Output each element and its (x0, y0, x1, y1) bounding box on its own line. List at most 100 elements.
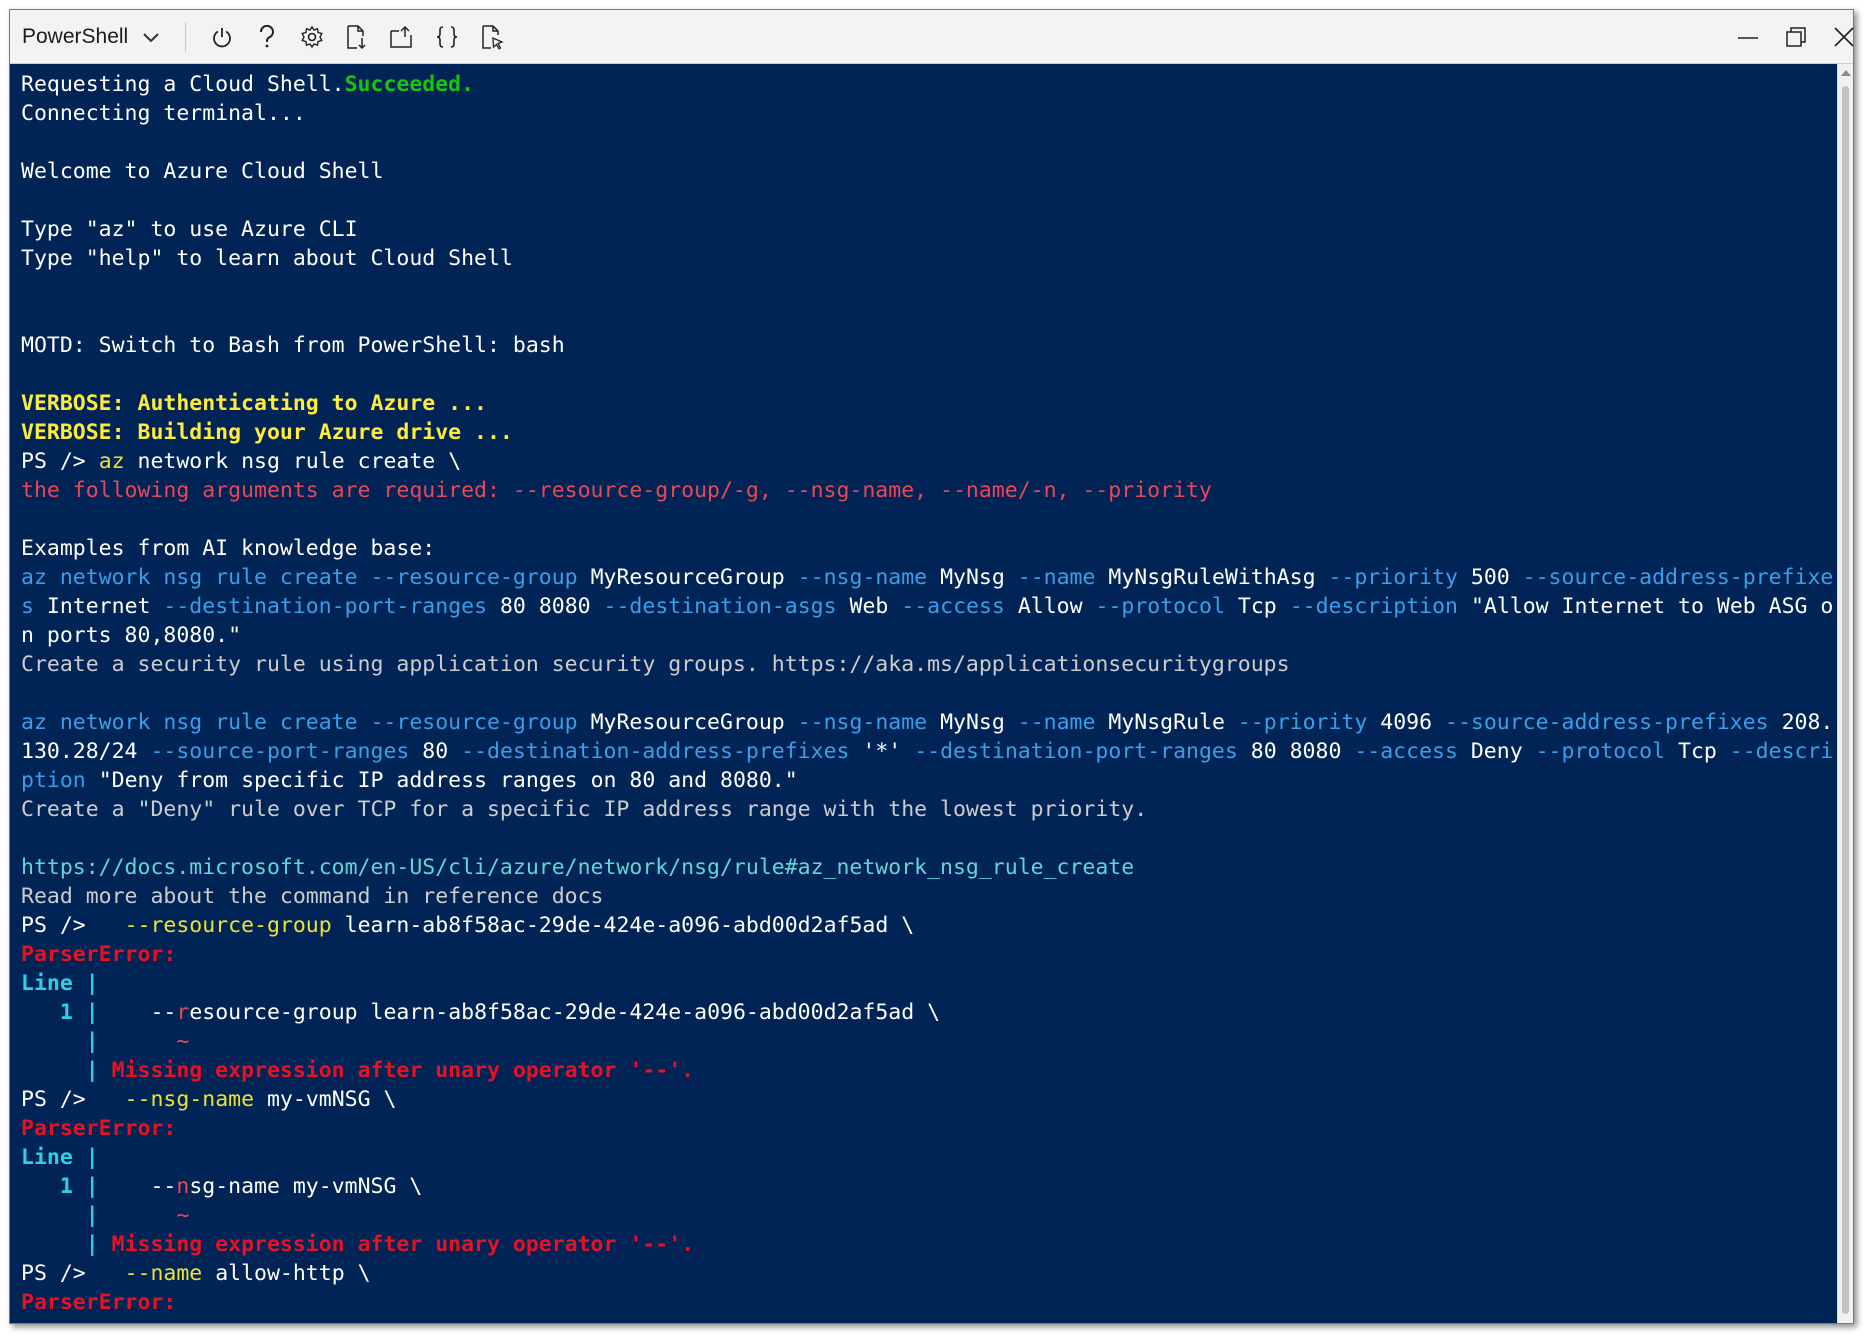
param-text: --nsg-name (797, 565, 928, 590)
value-text: 130.28/24 (21, 739, 138, 764)
error-detail-line: | ~ (21, 1029, 190, 1054)
parser-error-label: ParserError: (21, 1116, 177, 1141)
help-icon (258, 25, 276, 49)
open-new-session-button[interactable] (380, 10, 424, 64)
example-command-line: ption "Deny from specific IP address ran… (21, 766, 1839, 795)
error-message: Missing expression after unary operator … (111, 1232, 695, 1257)
value-text: Internet (46, 594, 151, 619)
line-label: Line (21, 971, 73, 996)
minimize-button[interactable] (1724, 10, 1772, 64)
param-text: --destination-asgs (603, 594, 837, 619)
error-char: r (176, 1000, 190, 1025)
value-text: MyNsgRule (1108, 710, 1225, 735)
command-args: my-vmNSG \ (266, 1087, 397, 1112)
restart-button[interactable] (200, 10, 244, 64)
value-text: Deny (1470, 739, 1523, 764)
error-detail-line: Line | (21, 971, 99, 996)
value-text: MyResourceGroup (590, 710, 785, 735)
param-text: --description (1289, 594, 1458, 619)
line-number: 1 (59, 1174, 73, 1199)
upload-download-icon (345, 24, 369, 50)
open-new-session-icon (389, 25, 415, 49)
shell-type-label: PowerShell (22, 25, 129, 48)
value-text: MyNsgRuleWithAsg (1108, 565, 1316, 590)
param-text: --name (1017, 565, 1096, 590)
example-description: Create a "Deny" rule over TCP for a spec… (21, 797, 1148, 822)
error-line: the following arguments are required: --… (21, 478, 1212, 503)
param-text: --access (1354, 739, 1458, 764)
docs-note: Read more about the command in reference… (21, 884, 604, 909)
param-text: --source-address-prefixes (1445, 710, 1769, 735)
terminal-output[interactable]: Requesting a Cloud Shell.Succeeded. Conn… (10, 64, 1839, 1323)
settings-button[interactable] (290, 10, 334, 64)
command-args: learn-ab8f58ac-29de-424e-a096-abd00d2af5… (344, 913, 915, 938)
value-text: 4096 (1380, 710, 1433, 735)
example-description: Create a security rule using application… (21, 652, 1290, 677)
value-text: "Deny from specific IP address ranges on… (98, 768, 798, 793)
command-name: name (150, 1261, 203, 1286)
shell-type-dropdown[interactable]: PowerShell (22, 10, 180, 64)
command-name: -- (124, 913, 151, 938)
error-detail-line: | Missing expression after unary operato… (21, 1232, 695, 1257)
terminal-scrollbar[interactable] (1837, 64, 1853, 1323)
command-name: resource-group (150, 913, 332, 938)
param-text: --nsg-name (797, 710, 928, 735)
toolbar-divider (185, 22, 186, 52)
code-text: -- (150, 1000, 177, 1025)
web-preview-icon (480, 24, 504, 50)
command-args: allow-http \ (215, 1261, 371, 1286)
example-command-line: s Internet --destination-port-ranges 80 … (21, 592, 1839, 621)
minimize-icon (1737, 26, 1759, 48)
example-command-line: 130.28/24 --source-port-ranges 80 --dest… (21, 737, 1839, 766)
prompt: PS /> (21, 1087, 86, 1112)
restore-icon (1785, 26, 1807, 48)
web-preview-button[interactable] (470, 10, 514, 64)
docs-link[interactable]: https://docs.microsoft.com/en-US/cli/azu… (21, 853, 1839, 882)
param-text: --access (901, 594, 1005, 619)
command-args: network nsg rule create \ (137, 449, 462, 474)
param-text: --destination-port-ranges (163, 594, 488, 619)
param-text: --name (1017, 710, 1096, 735)
verbose-line: VERBOSE: Authenticating to Azure ... (21, 391, 487, 416)
terminal-line: Welcome to Azure Cloud Shell (21, 159, 384, 184)
command-line: PS /> --nsg-name my-vmNSG \ (21, 1085, 1839, 1114)
close-button[interactable] (1820, 10, 1868, 64)
upload-download-button[interactable] (335, 10, 379, 64)
terminal-line: Requesting a Cloud Shell.Succeeded. (21, 70, 1839, 99)
editor-button[interactable] (425, 10, 469, 64)
value-text: Tcp (1678, 739, 1717, 764)
scrollbar-thumb[interactable] (1842, 86, 1849, 1314)
param-text: --protocol (1535, 739, 1666, 764)
power-icon (211, 26, 233, 48)
example-command-line: n ports 80,8080." (21, 623, 242, 648)
error-message: Missing expression after unary operator … (111, 1058, 695, 1083)
settings-icon (300, 25, 324, 49)
prompt: PS /> (21, 913, 86, 938)
terminal-line: Type "az" to use Azure CLI (21, 217, 358, 242)
value-text: Allow (1017, 594, 1083, 619)
example-command-line: az network nsg rule create --resource-gr… (21, 563, 1839, 592)
status-text: Requesting a Cloud Shell. (21, 72, 345, 97)
param-text: ption (21, 768, 86, 793)
param-text: az network nsg rule create --resource-gr… (21, 710, 578, 735)
error-char: n (176, 1174, 190, 1199)
value-text: 208. (1781, 710, 1834, 735)
value-text: 80 (422, 739, 449, 764)
param-text: --descri (1729, 739, 1834, 764)
restore-button[interactable] (1772, 10, 1820, 64)
param-text: --source-port-ranges (150, 739, 410, 764)
chevron-down-icon (142, 25, 160, 49)
scroll-up-arrow-icon[interactable] (1841, 70, 1851, 76)
value-text: MyNsg (940, 710, 1005, 735)
editor-braces-icon (435, 25, 459, 49)
value-text: 80 8080 (1250, 739, 1342, 764)
command-line: PS /> --resource-group learn-ab8f58ac-29… (21, 911, 1839, 940)
param-text: --priority (1237, 710, 1368, 735)
help-button[interactable] (245, 10, 289, 64)
param-text: s (21, 594, 34, 619)
